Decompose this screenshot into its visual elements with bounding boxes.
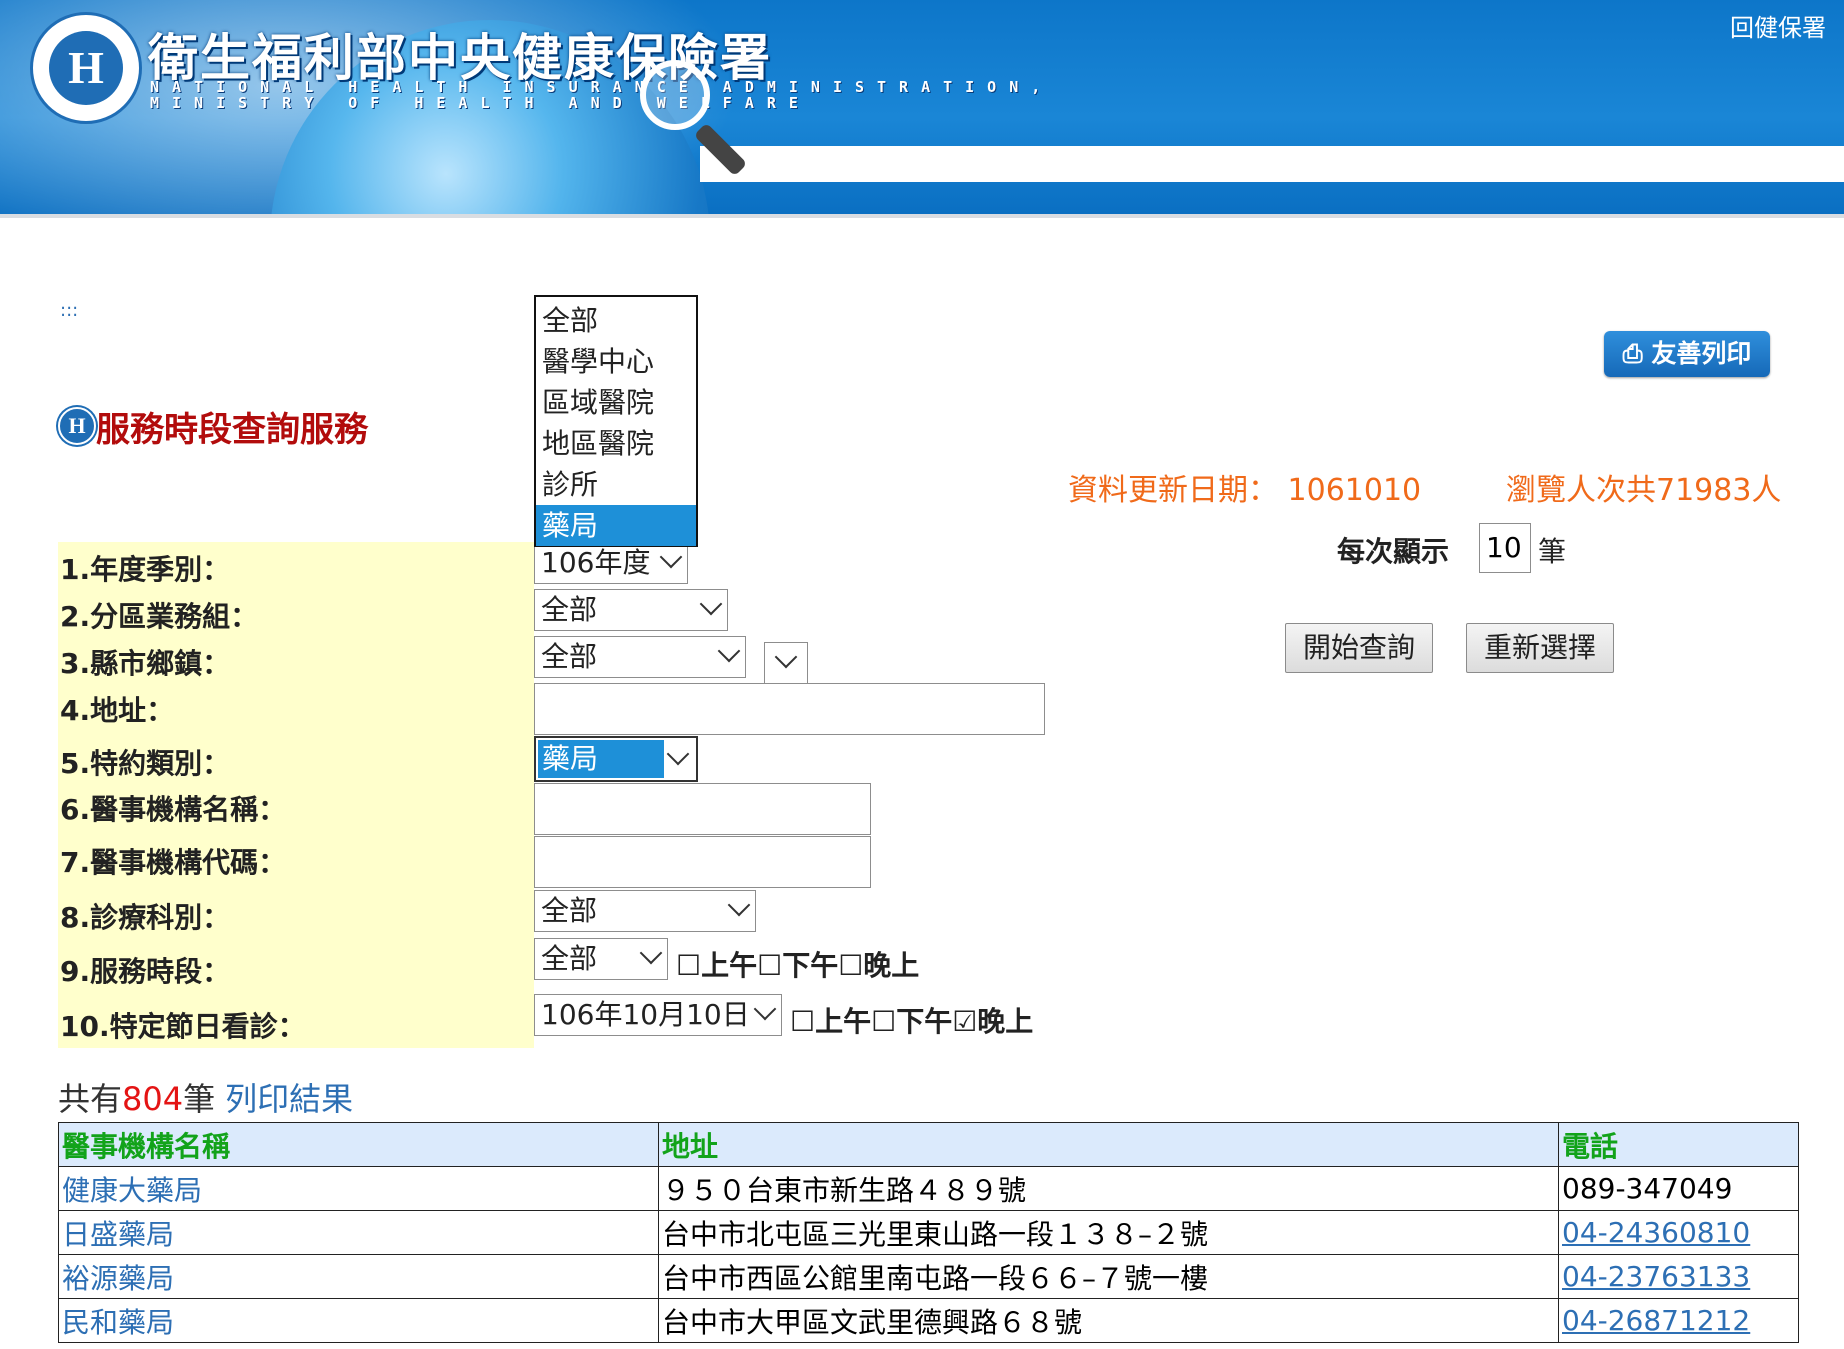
results-table: 醫事機構名稱 地址 電話 健康大藥局 ９５０台東市新生路４８９號 089-347… — [58, 1122, 1799, 1343]
nhi-logo[interactable]: H — [30, 12, 142, 124]
friendly-print-button[interactable]: ⎙ 友善列印 — [1604, 331, 1770, 377]
chevron-down-icon — [699, 592, 723, 616]
table-row: 健康大藥局 ９５０台東市新生路４８９號 089-347049 — [58, 1166, 1799, 1211]
start-query-button[interactable]: 開始查詢 — [1285, 623, 1433, 673]
table-row: 民和藥局 台中市大甲區文武里德興路６８號 04-26871212 — [58, 1298, 1799, 1343]
region-select[interactable]: 全部 — [534, 589, 728, 631]
region-select-value: 全部 — [541, 593, 598, 626]
institution-name-link[interactable]: 裕源藥局 — [58, 1254, 659, 1299]
chevron-down-icon — [659, 545, 683, 569]
holiday-checkboxes[interactable]: ☐上午☐下午☑晚上 — [790, 1000, 1033, 1040]
title-logo-icon: H — [58, 407, 96, 445]
update-date: 資料更新日期： 1061010 — [1068, 473, 1422, 508]
column-header-name: 醫事機構名稱 — [58, 1122, 659, 1167]
column-header-phone: 電話 — [1558, 1122, 1799, 1167]
institution-name-link[interactable]: 健康大藥局 — [58, 1166, 659, 1211]
results-count: 804 — [122, 1080, 184, 1118]
name-label: 6.醫事機構名稱： — [60, 793, 287, 826]
per-page-unit: 筆 — [1538, 535, 1567, 568]
address-label: 4.地址： — [60, 694, 175, 727]
header-stripe — [700, 146, 1844, 182]
year-select-value: 106年度 — [541, 546, 651, 579]
institution-address: 台中市西區公館里南屯路一段６６–７號一樓 — [658, 1254, 1559, 1299]
period-label: 9.服務時段： — [60, 955, 231, 988]
site-header: H 衛生福利部中央健康保險署 NATIONAL HEALTH INSURANCE… — [0, 0, 1844, 218]
institution-name-input[interactable] — [534, 783, 871, 835]
institution-address: 台中市大甲區文武里德興路６８號 — [658, 1298, 1559, 1343]
institution-phone-link[interactable]: 04-26871212 — [1562, 1304, 1750, 1337]
agency-name-en-line2: MINISTRY OF HEALTH AND WELFARE — [150, 94, 811, 112]
institution-phone-cell: 04-23763133 — [1558, 1254, 1799, 1299]
visit-counter: 瀏覽人次共71983人 — [1506, 473, 1782, 508]
address-input[interactable] — [534, 683, 1045, 735]
column-header-address: 地址 — [658, 1122, 1559, 1167]
institution-phone-cell: 04-24360810 — [1558, 1210, 1799, 1255]
dept-select-value: 全部 — [541, 894, 598, 927]
period-select-value: 全部 — [541, 942, 598, 975]
dept-label: 8.診療科別： — [60, 901, 231, 934]
type-option-all[interactable]: 全部 — [536, 300, 696, 341]
dept-select[interactable]: 全部 — [534, 890, 756, 932]
back-to-nhi-link[interactable]: 回健保署 — [1730, 8, 1826, 43]
type-option-medical-center[interactable]: 醫學中心 — [536, 341, 696, 382]
print-results-link[interactable]: 列印結果 — [225, 1080, 353, 1118]
friendly-print-label: 友善列印 — [1651, 339, 1752, 368]
institution-phone-cell: 04-26871212 — [1558, 1298, 1799, 1343]
chevron-down-icon — [717, 639, 741, 663]
type-option-pharmacy[interactable]: 藥局 — [536, 505, 696, 546]
region-label: 2.分區業務組： — [60, 600, 259, 633]
type-option-regional-hospital[interactable]: 區域醫院 — [536, 382, 696, 423]
results-prefix: 共有 — [58, 1080, 123, 1118]
results-summary: 共有804筆 列印結果 — [58, 1074, 353, 1120]
code-label: 7.醫事機構代碼： — [60, 846, 287, 879]
results-suffix: 筆 — [183, 1080, 216, 1118]
period-select[interactable]: 全部 — [534, 938, 668, 980]
institution-phone-link[interactable]: 04-24360810 — [1562, 1216, 1750, 1249]
type-option-district-hospital[interactable]: 地區醫院 — [536, 423, 696, 464]
institution-name-link[interactable]: 日盛藥局 — [58, 1210, 659, 1255]
chevron-down-icon — [666, 742, 690, 766]
county-select[interactable]: 全部 — [534, 636, 746, 678]
type-label: 5.特約類別： — [60, 747, 231, 780]
year-label: 1.年度季別： — [60, 553, 231, 586]
institution-phone-link[interactable]: 04-23763133 — [1562, 1260, 1750, 1293]
table-row: 日盛藥局 台中市北屯區三光里東山路一段１３８–２號 04-24360810 — [58, 1210, 1799, 1255]
logo-inner: H — [49, 31, 123, 105]
magnifier-icon — [640, 60, 710, 130]
type-select[interactable]: 藥局 — [534, 736, 698, 782]
chevron-down-icon — [727, 893, 751, 917]
institution-name-link[interactable]: 民和藥局 — [58, 1298, 659, 1343]
table-row: 裕源藥局 台中市西區公館里南屯路一段６６–７號一樓 04-23763133 — [58, 1254, 1799, 1299]
institution-address: 台中市北屯區三光里東山路一段１３８–２號 — [658, 1210, 1559, 1255]
chevron-down-icon — [774, 645, 798, 669]
county-label: 3.縣市鄉鎮： — [60, 647, 231, 680]
page-title: 服務時段查詢服務 — [96, 410, 368, 450]
holiday-label: 10.特定節日看診： — [60, 1010, 306, 1043]
institution-code-input[interactable] — [534, 836, 871, 888]
town-select[interactable] — [764, 642, 808, 684]
chevron-down-icon — [753, 997, 777, 1021]
holiday-select[interactable]: 106年10月10日 — [534, 994, 782, 1036]
period-checkboxes[interactable]: ☐上午☐下午☐晚上 — [676, 944, 919, 984]
county-select-value: 全部 — [541, 640, 598, 673]
holiday-select-value: 106年10月10日 — [541, 998, 750, 1031]
chevron-down-icon — [639, 941, 663, 965]
logo-letter: H — [68, 42, 104, 93]
per-page-input[interactable]: 10 — [1479, 523, 1531, 573]
type-select-value: 藥局 — [538, 740, 664, 778]
institution-phone: 089-347049 — [1558, 1166, 1799, 1211]
printer-icon: ⎙ — [1622, 339, 1652, 368]
institution-address: ９５０台東市新生路４８９號 — [658, 1166, 1559, 1211]
per-page-label: 每次顯示 — [1337, 535, 1450, 568]
type-option-clinic[interactable]: 診所 — [536, 464, 696, 505]
year-select[interactable]: 106年度 — [534, 542, 688, 584]
type-dropdown-list: 全部 醫學中心 區域醫院 地區醫院 診所 藥局 — [534, 295, 698, 547]
breadcrumb[interactable]: ::: — [60, 300, 78, 321]
table-header-row: 醫事機構名稱 地址 電話 — [58, 1122, 1799, 1167]
reset-button[interactable]: 重新選擇 — [1466, 623, 1614, 673]
